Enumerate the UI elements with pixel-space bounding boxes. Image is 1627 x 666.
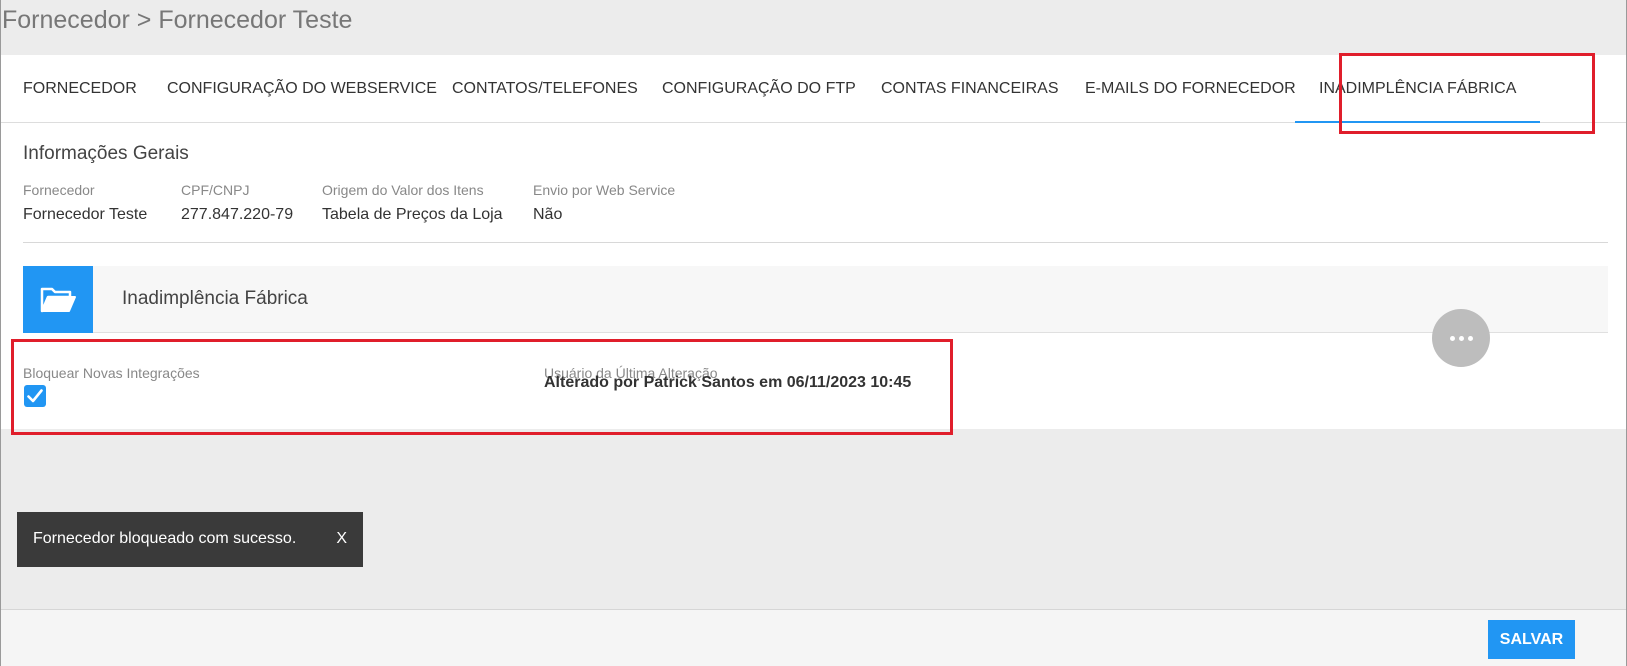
tab-emails-fornecedor[interactable]: E-MAILS DO FORNECEDOR: [1085, 55, 1296, 123]
ultima-alteracao-value: Alterado por Patrick Santos em 06/11/202…: [544, 374, 912, 391]
page-title: Fornecedor > Fornecedor Teste: [2, 6, 353, 34]
fornecedor-label: Fornecedor: [23, 182, 95, 198]
toast-close-button[interactable]: X: [336, 530, 347, 548]
bloquear-integracoes-checkbox[interactable]: [24, 385, 46, 407]
checkmark-icon: [27, 389, 43, 403]
more-dots-icon: [1458, 335, 1464, 341]
origem-valor-value: Tabela de Preços da Loja: [322, 206, 503, 223]
panel-header: Inadimplência Fábrica: [23, 266, 1608, 333]
cpf-cnpj-value: 277.847.220-79: [181, 206, 294, 223]
toast-message: Fornecedor bloqueado com sucesso.: [33, 530, 297, 547]
origem-valor-label: Origem do Valor dos Itens: [322, 182, 484, 198]
tab-bar: FORNECEDOR CONFIGURAÇÃO DO WEBSERVICE CO…: [1, 55, 1626, 123]
fornecedor-value: Fornecedor Teste: [23, 206, 148, 223]
section-title-informacoes-gerais: Informações Gerais: [23, 143, 189, 164]
toast-notification: Fornecedor bloqueado com sucesso. X: [17, 512, 363, 567]
cpf-cnpj-label: CPF/CNPJ: [181, 182, 250, 198]
panel-title: Inadimplência Fábrica: [122, 288, 308, 309]
folder-open-icon: [23, 266, 93, 333]
envio-web-service-label: Envio por Web Service: [533, 182, 676, 198]
tab-fornecedor[interactable]: FORNECEDOR: [23, 55, 137, 123]
tab-inadimplencia-fabrica[interactable]: INADIMPLÊNCIA FÁBRICA: [1294, 55, 1541, 123]
envio-web-service-value: Não: [533, 206, 563, 223]
bloquear-integracoes-label: Bloquear Novas Integrações: [23, 365, 200, 381]
tab-contatos-telefones[interactable]: CONTATOS/TELEFONES: [452, 55, 638, 123]
footer-bar: SALVAR: [1, 609, 1626, 666]
more-dots-icon: [1467, 335, 1473, 341]
content-area: Informações Gerais Fornecedor Fornecedor…: [1, 123, 1626, 429]
save-button[interactable]: SALVAR: [1488, 620, 1575, 659]
tab-contas-financeiras[interactable]: CONTAS FINANCEIRAS: [881, 55, 1059, 123]
more-dots-icon: [1449, 335, 1455, 341]
tab-configuracao-ftp[interactable]: CONFIGURAÇÃO DO FTP: [662, 55, 856, 123]
divider: [23, 242, 1608, 243]
more-options-button[interactable]: [1432, 309, 1490, 367]
tab-configuracao-webservice[interactable]: CONFIGURAÇÃO DO WEBSERVICE: [167, 55, 437, 123]
